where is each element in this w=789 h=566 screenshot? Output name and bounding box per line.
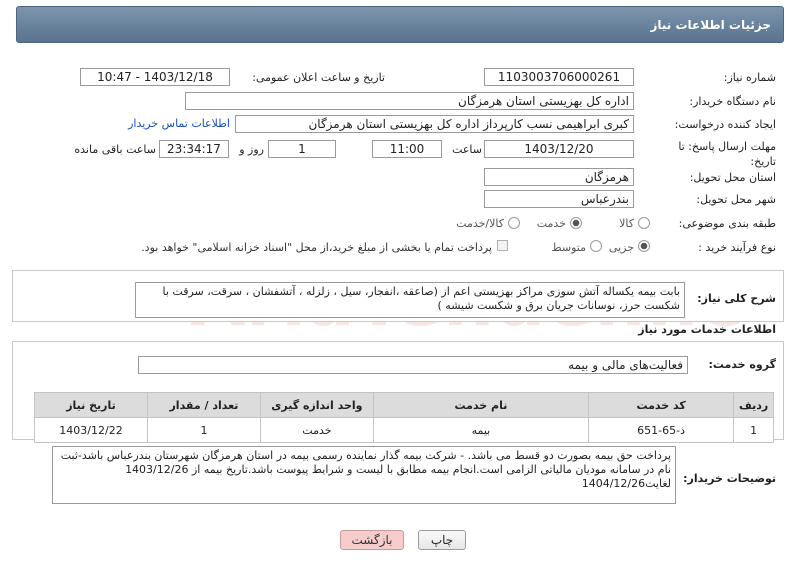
days-label: روز و: [239, 143, 264, 156]
buyer-notes-label: توضیحات خریدار:: [683, 472, 776, 485]
treasury-payment-checkbox[interactable]: [497, 240, 508, 251]
col-header-need-date: تاریخ نیاز: [34, 392, 148, 418]
print-button[interactable]: چاپ: [418, 530, 466, 550]
col-header-unit: واحد اندازه گیری: [259, 392, 374, 418]
process-option-minor: جزیی: [608, 241, 634, 254]
services-section-title: اطلاعات خدمات مورد نیاز: [638, 323, 776, 336]
category-option-goods: کالا: [619, 217, 634, 230]
col-header-service-code: کد خدمت: [587, 392, 735, 418]
cell-service-code: ذ-65-651: [587, 417, 735, 443]
service-group-field: فعالیت‌های مالی و بیمه: [138, 356, 688, 374]
deadline-label: مهلت ارسال پاسخ: تا تاریخ:: [678, 140, 776, 168]
cell-row-number: 1: [733, 417, 774, 443]
table-row: 1 ذ-65-651 بیمه خدمت 1 1403/12/22: [34, 417, 774, 443]
treasury-payment-note: پرداخت تمام یا بخشی از مبلغ خرید،از محل …: [141, 241, 492, 254]
announce-datetime-label: تاریخ و ساعت اعلان عمومی:: [252, 71, 385, 84]
cell-service-name: بیمه: [372, 417, 590, 443]
cell-need-date: 1403/12/22: [34, 417, 148, 443]
delivery-province-field: هرمزگان: [484, 168, 634, 186]
remaining-time-field: 23:34:17: [159, 140, 229, 158]
delivery-province-label: استان محل تحویل:: [689, 171, 776, 184]
buyer-notes-text: پرداخت حق بیمه بصورت دو قسط می باشد. - ش…: [52, 446, 676, 504]
need-number-label: شماره نیاز:: [723, 71, 776, 84]
deadline-time-label: ساعت: [452, 143, 482, 156]
cell-unit: خدمت: [259, 417, 374, 443]
col-header-service-name: نام خدمت: [372, 392, 590, 418]
category-radio-service-selected[interactable]: [570, 217, 582, 229]
delivery-city-field: بندرعباس: [484, 190, 634, 208]
need-number-field: 1103003706000261: [484, 68, 634, 86]
buyer-org-field: اداره کل بهزیستی استان هرمزگان: [185, 92, 634, 110]
category-radio-goods[interactable]: [638, 217, 650, 229]
remaining-time-label: ساعت باقی مانده: [74, 143, 156, 156]
process-radio-medium[interactable]: [590, 240, 602, 252]
announce-datetime-field: 1403/12/18 - 10:47: [80, 68, 230, 86]
deadline-time-field: 11:00: [372, 140, 442, 158]
buyer-org-label: نام دستگاه خریدار:: [689, 95, 776, 108]
requester-field: کبری ابراهیمی نسب کارپرداز اداره کل بهزی…: [235, 115, 634, 133]
buyer-contact-link[interactable]: اطلاعات تماس خریدار: [122, 117, 230, 130]
requester-label: ایجاد کننده درخواست:: [674, 118, 776, 131]
col-header-quantity: تعداد / مقدار: [147, 392, 261, 418]
process-option-medium: متوسط: [551, 241, 586, 254]
deadline-date-field: 1403/12/20: [484, 140, 634, 158]
services-table: ردیف کد خدمت نام خدمت واحد اندازه گیری ت…: [34, 392, 774, 443]
need-description-label: شرح کلی نیاز:: [697, 292, 776, 305]
process-type-label: نوع فرآیند خرید :: [698, 241, 776, 254]
delivery-city-label: شهر محل تحویل:: [696, 193, 776, 206]
table-header-row: ردیف کد خدمت نام خدمت واحد اندازه گیری ت…: [34, 392, 774, 418]
page-title: جزئیات اطلاعات نیاز: [650, 18, 771, 32]
col-header-row-number: ردیف: [733, 392, 774, 418]
cell-quantity: 1: [147, 417, 261, 443]
category-option-service: خدمت: [536, 217, 566, 230]
service-group-label: گروه خدمت:: [708, 358, 776, 371]
need-description-text: بابت بیمه یکساله آتش سوزی مراکز بهزیستی …: [135, 282, 685, 318]
category-label: طبقه بندی موضوعی:: [678, 217, 776, 230]
remaining-days-field: 1: [268, 140, 336, 158]
category-option-goods-service: کالا/خدمت: [456, 217, 504, 230]
back-button[interactable]: بازگشت: [340, 530, 404, 550]
process-radio-minor-selected[interactable]: [638, 240, 650, 252]
page-title-bar: جزئیات اطلاعات نیاز: [16, 6, 784, 43]
category-radio-goods-service[interactable]: [508, 217, 520, 229]
